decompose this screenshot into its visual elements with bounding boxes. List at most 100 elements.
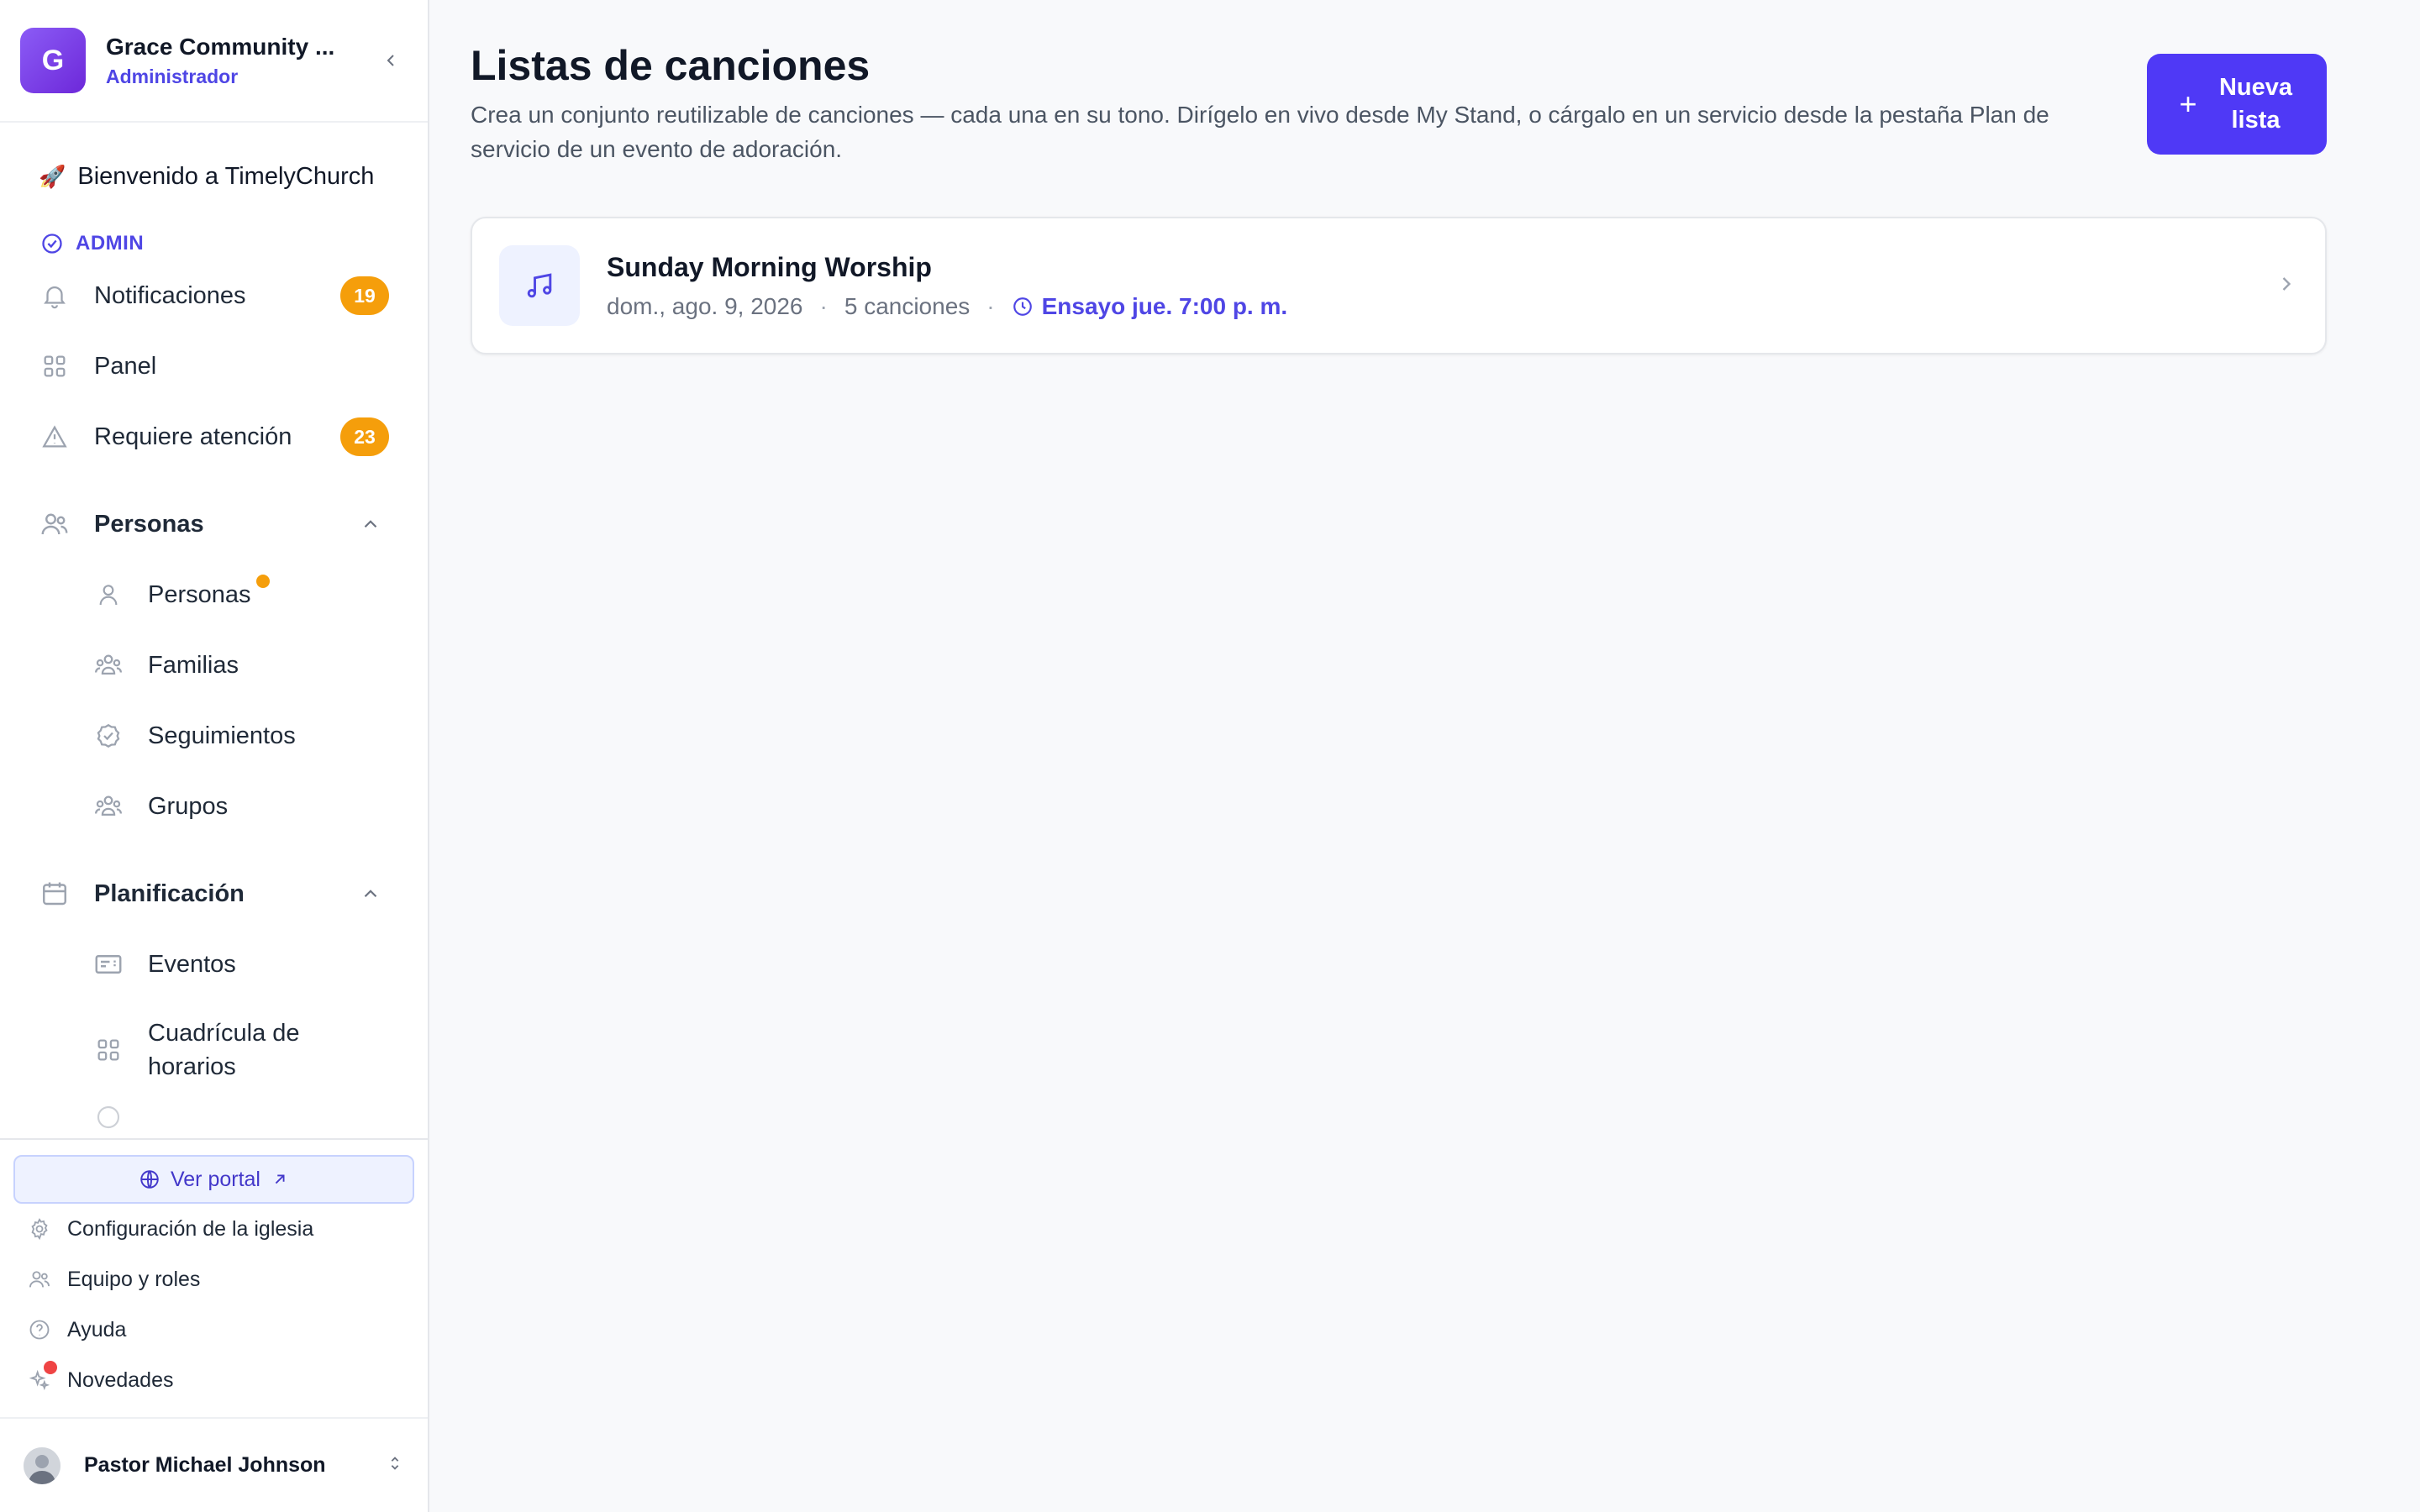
page-description: Crea un conjunto reutilizable de cancion… bbox=[471, 102, 2049, 162]
group-icon bbox=[92, 790, 124, 822]
setlist-meta: dom., ago. 9, 2026 · 5 canciones · Ensay… bbox=[607, 293, 2275, 320]
chevron-up-icon bbox=[355, 509, 386, 539]
attention-count-badge: 23 bbox=[340, 417, 389, 456]
chevron-up-down-icon bbox=[386, 1454, 404, 1477]
bell-icon bbox=[39, 280, 71, 312]
page-titles: Listas de canciones Crea un conjunto reu… bbox=[471, 40, 2147, 166]
sidebar-item-label: Familias bbox=[148, 651, 239, 679]
org-switcher[interactable]: G Grace Community ... Administrador bbox=[0, 0, 428, 123]
badge-check-icon bbox=[92, 720, 124, 752]
sidebar-item-label: Cuadrícula de horarios bbox=[148, 1020, 300, 1080]
sidebar-item-cuadricula[interactable]: Cuadrícula de horarios bbox=[0, 1000, 428, 1100]
sidebar-item-grupos[interactable]: Grupos bbox=[0, 771, 428, 842]
avatar bbox=[24, 1446, 60, 1484]
user-name: Pastor Michael Johnson bbox=[84, 1453, 326, 1477]
nav-item-label: Bienvenido a TimelyChurch bbox=[77, 162, 375, 190]
meta-separator: · bbox=[819, 292, 828, 319]
sidebar-item-notifications[interactable]: Notificaciones 19 bbox=[0, 260, 428, 331]
team-roles-link[interactable]: Equipo y roles bbox=[13, 1254, 414, 1305]
foot-link-label: Configuración de la iglesia bbox=[67, 1216, 314, 1241]
foot-link-label: Novedades bbox=[67, 1368, 174, 1392]
sidebar-group-label: Planificación bbox=[94, 879, 245, 907]
grid-icon bbox=[39, 350, 71, 382]
users-icon bbox=[39, 508, 71, 540]
sidebar-item-label: Notificaciones bbox=[94, 281, 246, 309]
new-list-label: Nueva lista bbox=[2218, 74, 2293, 134]
family-icon bbox=[92, 649, 124, 681]
setlist-rehearsal: Ensayo jue. 7:00 p. m. bbox=[1012, 292, 1288, 320]
gear-icon bbox=[27, 1216, 52, 1242]
view-portal-label: Ver portal bbox=[170, 1167, 260, 1191]
collapse-sidebar-button[interactable] bbox=[374, 44, 408, 77]
notifications-count-badge: 19 bbox=[340, 276, 389, 315]
sidebar-group-planificacion[interactable]: Planificación bbox=[0, 858, 428, 929]
sidebar-item-label: Seguimientos bbox=[148, 722, 296, 749]
arrow-up-right-icon bbox=[275, 1174, 285, 1184]
sidebar-group-label: Personas bbox=[94, 510, 204, 538]
setlist-title: Sunday Morning Worship bbox=[607, 251, 932, 282]
org-avatar: G bbox=[20, 28, 86, 93]
warning-triangle-icon bbox=[39, 421, 71, 453]
sidebar-item-label: Requiere atención bbox=[94, 423, 292, 450]
sidebar-item-panel[interactable]: Panel bbox=[0, 331, 428, 402]
unread-indicator-dot bbox=[44, 1361, 57, 1374]
page-title: Listas de canciones bbox=[471, 42, 871, 89]
sidebar-item-seguimientos[interactable]: Seguimientos bbox=[0, 701, 428, 771]
music-note-icon bbox=[499, 245, 580, 326]
org-role: Administrador bbox=[106, 65, 239, 87]
clock-icon bbox=[92, 1101, 124, 1133]
sidebar-item-label: Eventos bbox=[148, 950, 236, 978]
check-circle-icon bbox=[42, 234, 62, 254]
section-label-admin: ADMIN bbox=[0, 227, 428, 260]
church-settings-link[interactable]: Configuración de la iglesia bbox=[13, 1204, 414, 1254]
new-indicator-dot bbox=[255, 574, 270, 588]
globe-icon bbox=[140, 1170, 159, 1189]
user-menu[interactable]: Pastor Michael Johnson bbox=[0, 1417, 428, 1512]
sidebar-item-familias[interactable]: Familias bbox=[0, 630, 428, 701]
sidebar-item-label: Personas bbox=[148, 580, 251, 608]
setlist-song-count: 5 canciones bbox=[844, 292, 971, 319]
sidebar-item-attention[interactable]: Requiere atención 23 bbox=[0, 402, 428, 472]
calendar-icon bbox=[39, 878, 71, 910]
app-root: G Grace Community ... Administrador 🚀 Bi… bbox=[0, 0, 2420, 1512]
rocket-icon: 🚀 bbox=[39, 163, 66, 189]
sparkles-icon bbox=[27, 1361, 57, 1393]
view-portal-button[interactable]: Ver portal bbox=[13, 1155, 414, 1204]
main-content: Listas de canciones Crea un conjunto reu… bbox=[429, 0, 2420, 1512]
foot-link-label: Ayuda bbox=[67, 1317, 127, 1341]
sidebar-item-label-wrap: Personas bbox=[148, 574, 270, 609]
sidebar-footer: Ver portal Configuración de la iglesia E… bbox=[0, 1138, 428, 1417]
grid-icon bbox=[92, 1034, 124, 1066]
sidebar: G Grace Community ... Administrador 🚀 Bi… bbox=[0, 0, 429, 1512]
org-name: Grace Community ... bbox=[106, 33, 335, 60]
help-circle-icon bbox=[27, 1317, 52, 1342]
meta-separator: · bbox=[986, 292, 995, 319]
sidebar-item-label: Grupos bbox=[148, 792, 229, 820]
sidebar-nav: 🚀 Bienvenido a TimelyChurch ADMIN Notifi… bbox=[0, 123, 428, 1138]
setlist-card[interactable]: Sunday Morning Worship dom., ago. 9, 202… bbox=[471, 217, 2327, 354]
setlist-card-text: Sunday Morning Worship dom., ago. 9, 202… bbox=[607, 252, 2275, 320]
user-icon bbox=[92, 579, 124, 611]
ticket-icon bbox=[92, 948, 124, 980]
plus-icon: + bbox=[2179, 87, 2197, 121]
clock-icon bbox=[1013, 297, 1032, 316]
nav-item-welcome[interactable]: 🚀 Bienvenido a TimelyChurch bbox=[0, 156, 428, 197]
sidebar-item-label: Panel bbox=[94, 352, 157, 380]
sidebar-item-eventos[interactable]: Eventos bbox=[0, 929, 428, 1000]
page-header: Listas de canciones Crea un conjunto reu… bbox=[471, 0, 2327, 166]
sidebar-item-personas[interactable]: Personas bbox=[0, 559, 428, 630]
chevron-up-icon bbox=[355, 879, 386, 909]
chevron-right-icon bbox=[2275, 272, 2298, 300]
chevron-left-icon bbox=[387, 55, 394, 66]
new-list-button[interactable]: + Nueva lista bbox=[2147, 54, 2327, 155]
sidebar-item-truncated bbox=[0, 1100, 428, 1134]
foot-link-label: Equipo y roles bbox=[67, 1267, 201, 1291]
setlist-date: dom., ago. 9, 2026 bbox=[607, 292, 803, 319]
rehearsal-label: Ensayo jue. 7:00 p. m. bbox=[1041, 292, 1288, 319]
section-label-text: ADMIN bbox=[76, 232, 145, 255]
help-link[interactable]: Ayuda bbox=[13, 1305, 414, 1355]
whats-new-link[interactable]: Novedades bbox=[13, 1355, 414, 1405]
users-icon bbox=[27, 1267, 52, 1292]
sidebar-group-personas[interactable]: Personas bbox=[0, 489, 428, 559]
org-info: Grace Community ... Administrador bbox=[106, 34, 374, 88]
